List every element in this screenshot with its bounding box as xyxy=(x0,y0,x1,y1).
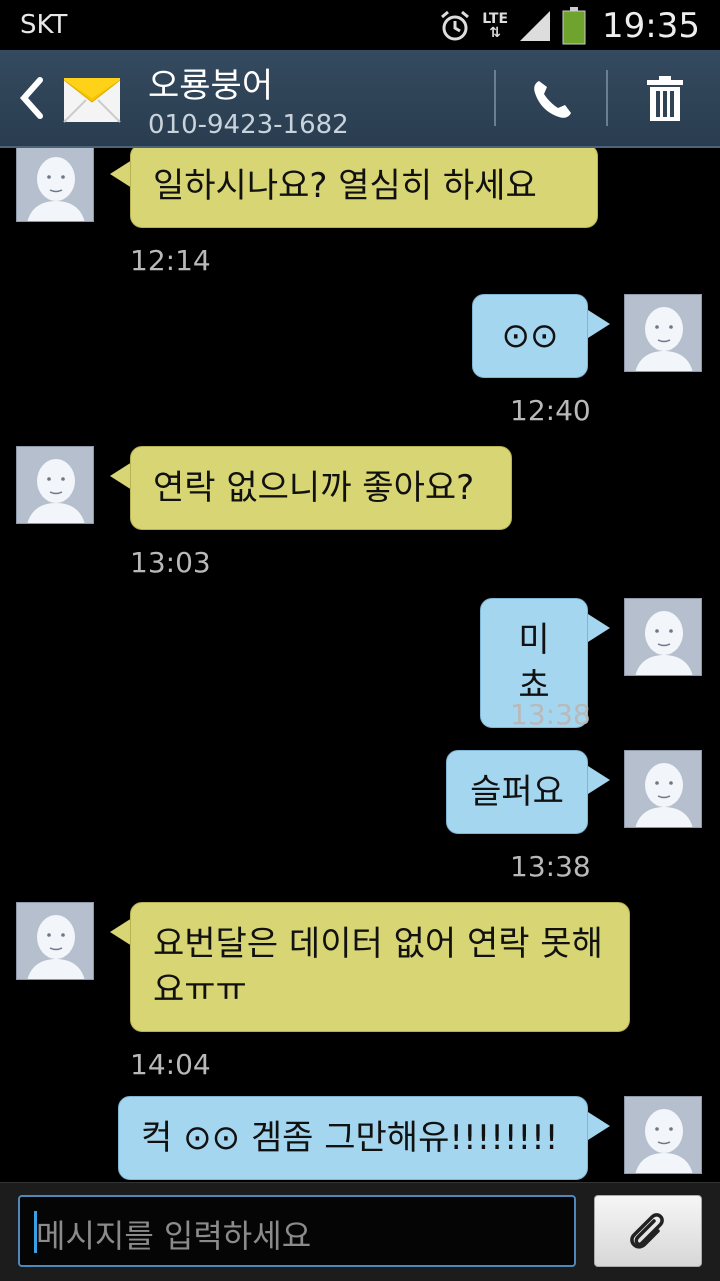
network-type-label: LTE xyxy=(482,11,509,27)
message-timestamp: 14:04 xyxy=(130,1048,211,1081)
message-input[interactable]: 메시지를 입력하세요 xyxy=(18,1195,576,1267)
status-bar: SKT LTE ⇅ 19:35 xyxy=(0,0,720,50)
message-bubble[interactable]: 일하시나요? 열심히 하세요 xyxy=(130,148,598,228)
message-timestamp: 13:38 xyxy=(510,850,591,883)
contact-name: 오룡붕어 xyxy=(148,66,274,106)
signal-icon xyxy=(520,11,551,41)
phone-icon xyxy=(534,81,571,118)
message-bubble[interactable]: 슬퍼요 xyxy=(446,750,588,834)
message-bubble[interactable]: 요번달은 데이터 없어 연락 못해요ㅠㅠ xyxy=(130,902,630,1032)
network-indicator: LTE ⇅ xyxy=(482,11,509,41)
alarm-icon xyxy=(441,10,470,41)
trash-icon xyxy=(647,76,683,121)
default-avatar-icon xyxy=(625,1097,701,1173)
message-input-placeholder: 메시지를 입력하세요 xyxy=(36,1217,312,1255)
contact-avatar[interactable] xyxy=(16,148,94,222)
default-avatar-icon xyxy=(625,599,701,675)
default-avatar-icon xyxy=(17,903,93,979)
my-avatar[interactable] xyxy=(624,750,702,828)
contact-avatar[interactable] xyxy=(16,902,94,980)
carrier-label: SKT xyxy=(20,10,68,40)
attach-button[interactable] xyxy=(594,1195,702,1267)
back-arrow-icon[interactable] xyxy=(14,74,48,122)
message-timestamp: 12:40 xyxy=(510,394,591,427)
delete-button[interactable] xyxy=(622,64,708,134)
message-bubble[interactable]: 연락 없으니까 좋아요? xyxy=(130,446,512,530)
message-timestamp: 12:14 xyxy=(130,244,211,277)
default-avatar-icon xyxy=(625,295,701,371)
envelope-icon xyxy=(63,78,121,123)
my-avatar[interactable] xyxy=(624,598,702,676)
message-bubble[interactable]: ⊙⊙ xyxy=(472,294,588,378)
status-clock: 19:35 xyxy=(602,6,700,46)
my-avatar[interactable] xyxy=(624,1096,702,1174)
conversation-header: 오룡붕어 010-9423-1682 xyxy=(0,50,720,148)
header-divider xyxy=(606,70,608,126)
text-cursor xyxy=(34,1211,37,1253)
message-timestamp: 13:38 xyxy=(510,698,591,731)
header-divider xyxy=(494,70,496,126)
default-avatar-icon xyxy=(625,751,701,827)
contact-avatar[interactable] xyxy=(16,446,94,524)
message-bubble[interactable]: 컥 ⊙⊙ 겜좀 그만해유!!!!!!!! xyxy=(118,1096,588,1180)
default-avatar-icon xyxy=(17,447,93,523)
default-avatar-icon xyxy=(17,148,93,221)
message-timestamp: 13:03 xyxy=(130,546,211,579)
call-button[interactable] xyxy=(510,64,596,134)
my-avatar[interactable] xyxy=(624,294,702,372)
paperclip-icon xyxy=(630,1213,664,1249)
battery-icon xyxy=(562,7,586,45)
composer-bar: 메시지를 입력하세요 xyxy=(0,1182,720,1281)
contact-number: 010-9423-1682 xyxy=(148,110,349,140)
message-list[interactable]: 일하시나요? 열심히 하세요 12:14 ⊙⊙ 12:40 연락 없으니까 좋아… xyxy=(0,148,720,1182)
